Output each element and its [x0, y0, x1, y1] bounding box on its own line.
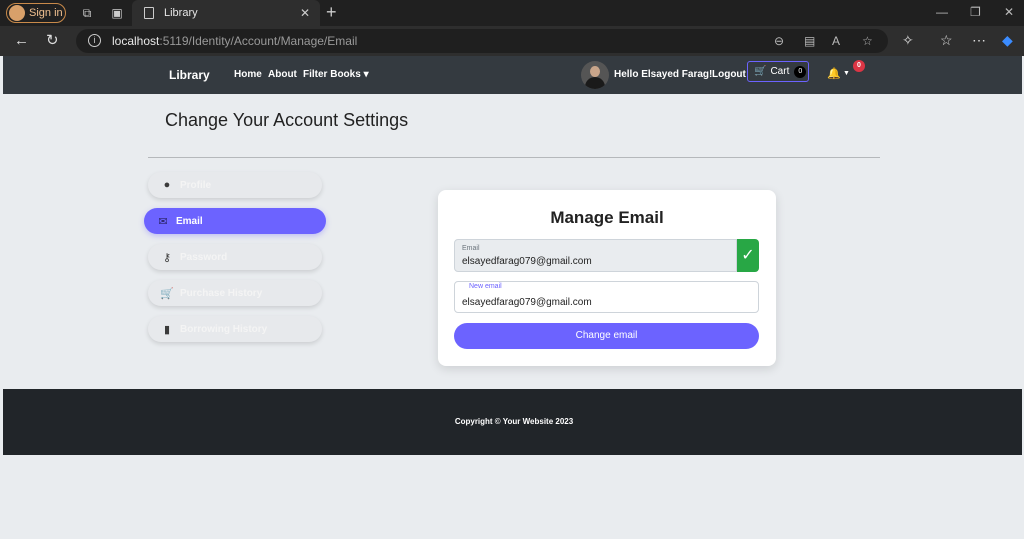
tab-title: Library	[164, 7, 198, 19]
profile-avatar-icon	[9, 5, 25, 21]
read-aloud-icon[interactable]: A	[832, 34, 840, 48]
key-icon: ⚷	[162, 251, 172, 264]
site-footer: Copyright © Your Website 2023	[3, 389, 1022, 455]
cart-count-badge: 0	[794, 65, 807, 78]
card-title: Manage Email	[550, 208, 664, 227]
copyright-text: Copyright © Your Website 2023	[454, 417, 574, 426]
nav-filter-books[interactable]: Filter Books ▾	[303, 69, 369, 80]
back-icon[interactable]: ←	[14, 33, 29, 48]
user-greeting[interactable]: Hello Elsayed Farag!	[614, 69, 712, 80]
favorite-star-icon[interactable]: ☆	[862, 34, 873, 48]
new-email-label: New email	[469, 283, 502, 290]
change-email-button[interactable]: Change email	[454, 323, 759, 349]
sign-in-button[interactable]: Sign in	[6, 3, 66, 23]
avatar-body	[585, 77, 605, 89]
site-navbar: Library Home About Filter Books ▾ Hello …	[3, 56, 1022, 94]
tab-library[interactable]: Library ✕	[132, 0, 320, 26]
cart-icon: 🛒	[160, 287, 174, 300]
url-text: localhost:5119/Identity/Account/Manage/E…	[112, 34, 357, 48]
site-info-icon[interactable]: i	[88, 34, 101, 47]
cart-icon: 🛒	[754, 66, 767, 77]
url-input[interactable]: i localhost:5119/Identity/Account/Manage…	[76, 29, 888, 53]
zoom-icon[interactable]: ⊖	[774, 34, 784, 48]
new-email-value: elsayedfarag079@gmail.com	[462, 297, 592, 308]
new-email-input[interactable]: New email elsayedfarag079@gmail.com	[454, 281, 759, 313]
manage-email-card: Manage Email Email elsayedfarag079@gmail…	[438, 190, 776, 366]
brand-link[interactable]: Library	[169, 68, 210, 82]
sidebar-item-label: Profile	[180, 179, 212, 191]
more-menu-icon[interactable]: ⋯	[972, 32, 986, 48]
browser-address-bar: ← ↻ i localhost:5119/Identity/Account/Ma…	[0, 26, 1024, 56]
sidebar-item-label: Email	[176, 215, 203, 227]
extensions-icon[interactable]: ✧	[902, 32, 914, 48]
avatar-head	[590, 66, 600, 77]
copilot-icon[interactable]: ◆	[1002, 32, 1013, 48]
sidebar-item-label: Borrowing History	[180, 323, 268, 335]
minimize-icon[interactable]: —	[936, 5, 948, 19]
sidebar-item-email[interactable]: ✉ Email	[144, 208, 326, 234]
sidebar-item-profile[interactable]: ● Profile	[148, 172, 322, 198]
sidebar-item-purchase-history[interactable]: 🛒 Purchase History	[148, 280, 322, 306]
page-title: Change Your Account Settings	[165, 110, 409, 130]
restore-icon[interactable]: ❐	[970, 5, 981, 19]
chevron-down-icon[interactable]: ▼	[843, 70, 850, 77]
cart-button[interactable]: 🛒 Cart 0	[747, 61, 809, 82]
check-icon: ✓	[737, 239, 759, 272]
email-field: Email elsayedfarag079@gmail.com	[454, 239, 737, 272]
sidebar-item-password[interactable]: ⚷ Password	[148, 244, 322, 270]
book-icon: ▮	[163, 323, 171, 336]
email-label: Email	[462, 245, 480, 252]
sidebar-item-borrowing-history[interactable]: ▮ Borrowing History	[148, 316, 322, 342]
nav-about[interactable]: About	[268, 69, 297, 80]
divider	[148, 157, 880, 158]
page-icon	[144, 7, 154, 19]
bell-icon[interactable]: 🔔	[827, 67, 841, 80]
cart-label: Cart	[770, 66, 790, 77]
workspaces-icon[interactable]: ⧉	[80, 6, 94, 20]
url-path: :5119/Identity/Account/Manage/Email	[159, 34, 358, 48]
close-window-icon[interactable]: ✕	[1004, 5, 1014, 19]
sidebar-item-label: Password	[180, 251, 228, 263]
new-tab-icon[interactable]: +	[326, 3, 337, 21]
user-avatar[interactable]	[581, 61, 609, 89]
logout-link[interactable]: Logout	[712, 69, 746, 80]
refresh-icon[interactable]: ↻	[46, 33, 59, 48]
envelope-icon: ✉	[158, 215, 168, 228]
nav-home[interactable]: Home	[234, 69, 262, 80]
reader-view-icon[interactable]: ▤	[804, 34, 815, 48]
url-host: localhost	[112, 34, 160, 48]
user-icon: ●	[163, 179, 171, 191]
notification-badge: 0	[853, 60, 865, 72]
sign-in-label: Sign in	[29, 7, 63, 19]
email-value: elsayedfarag079@gmail.com	[462, 256, 592, 267]
favorites-icon[interactable]: ☆	[940, 32, 953, 48]
sidebar-item-label: Purchase History	[180, 287, 263, 299]
tab-actions-icon[interactable]: ▣	[110, 6, 124, 20]
close-tab-icon[interactable]: ✕	[300, 6, 310, 20]
browser-tab-bar: Sign in ⧉ ▣ Library ✕ + — ❐ ✕	[0, 0, 1024, 26]
